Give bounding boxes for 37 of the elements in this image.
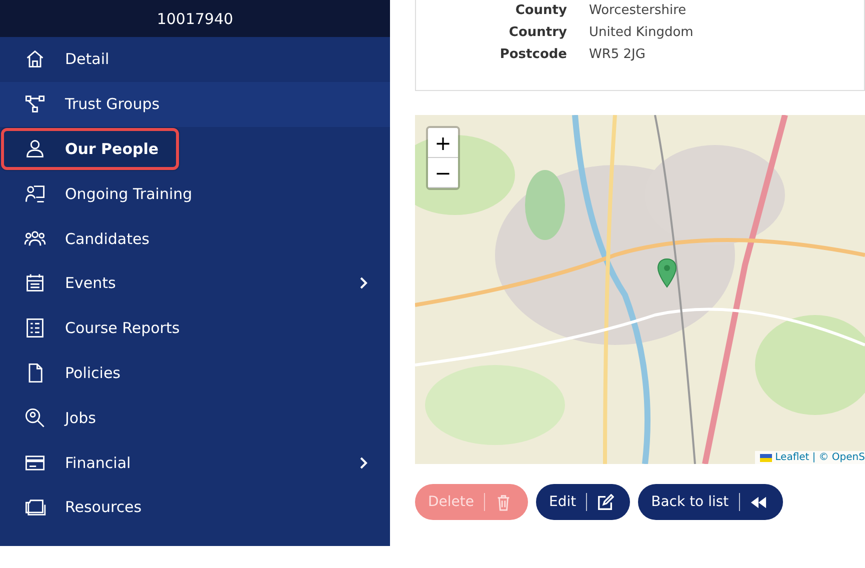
chevron-right-icon (358, 456, 368, 470)
jobs-icon (24, 406, 46, 429)
sidebar-item[interactable]: Policies (0, 350, 390, 396)
flag-icon (760, 454, 772, 462)
leaflet-link[interactable]: Leaflet (775, 452, 810, 463)
field-label: Country (508, 24, 568, 42)
zoom-in-button[interactable]: + (428, 128, 458, 158)
person-icon (24, 138, 46, 160)
report-icon (24, 317, 46, 340)
edit-button[interactable]: Edit (536, 484, 630, 520)
sidebar-item[interactable]: Detail (0, 37, 390, 82)
map-marker-icon[interactable] (657, 258, 677, 288)
attribution-text: | © OpenS (812, 452, 865, 463)
field-value: United Kingdom (589, 24, 694, 42)
sidebar-item[interactable]: Candidates (0, 216, 390, 261)
sidebar-item[interactable]: Resources (0, 484, 390, 530)
sidebar-item[interactable]: Financial (0, 440, 390, 485)
training-icon (24, 182, 46, 205)
tree-icon (24, 93, 46, 116)
home-icon (24, 48, 46, 70)
field-value: Worcestershire (589, 2, 686, 20)
zoom-out-button[interactable]: − (428, 158, 458, 188)
edit-icon (597, 494, 614, 510)
back-button[interactable]: Back to list (638, 484, 783, 520)
field-value: WR5 2JG (589, 46, 646, 64)
trash-icon (495, 494, 512, 510)
field-label: County (514, 2, 568, 20)
sidebar-item[interactable]: Jobs (0, 395, 390, 440)
sidebar-item[interactable]: Ongoing Training (0, 171, 390, 216)
record-number: 10017940 (156, 10, 234, 28)
calendar-icon (24, 272, 46, 294)
sidebar-item[interactable]: Trust Groups (0, 82, 390, 127)
chevron-right-icon (358, 276, 368, 290)
field-label: Postcode (498, 46, 568, 64)
sidebar-item[interactable]: Events (0, 260, 390, 306)
sidebar-item[interactable]: Our People (0, 126, 180, 172)
sidebar-item[interactable]: Course Reports (0, 306, 390, 351)
